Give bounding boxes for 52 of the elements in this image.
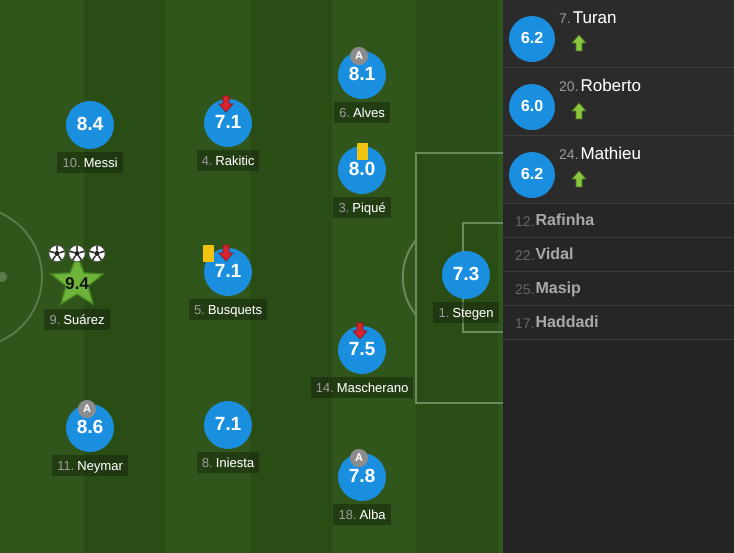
rating-circle: 8.0	[338, 146, 386, 194]
player-name: Messi	[84, 155, 118, 170]
player-name: Alves	[353, 105, 385, 120]
player-name: Rafinha	[535, 212, 594, 230]
shirt-number: 20.	[559, 78, 578, 94]
shirt-number: 17.	[515, 314, 534, 330]
assist-badge: A	[350, 47, 368, 65]
player-name: Mathieu	[580, 144, 641, 164]
shirt-number: 1.	[438, 305, 450, 320]
player-name: Alba	[360, 507, 386, 522]
player-name: Piqué	[352, 200, 386, 215]
shirt-number: 24.	[559, 146, 578, 162]
player-name: Roberto	[580, 76, 641, 96]
player-name: Suárez	[63, 312, 105, 327]
player-name: Stegen	[452, 305, 494, 320]
shirt-number: 3.	[338, 200, 350, 215]
rating-circle: 7.5	[338, 326, 386, 374]
player-name: Haddadi	[535, 314, 599, 332]
assist-badge: A	[350, 449, 368, 467]
shirt-number: 25.	[515, 280, 534, 296]
rating-circle: 8.4	[66, 101, 114, 149]
substitute-row[interactable]: 6.2 7.Turan	[503, 0, 734, 68]
shirt-number: 14.	[316, 380, 334, 395]
centre-spot	[0, 272, 7, 282]
shirt-number: 5.	[194, 302, 205, 317]
player-name: Neymar	[77, 458, 123, 473]
player-name: Turan	[572, 8, 616, 28]
shirt-number: 8.	[202, 455, 213, 470]
shirt-number: 4.	[202, 153, 212, 168]
rating-circle: 7.3	[442, 251, 490, 299]
player-name: Mascherano	[336, 380, 408, 395]
shirt-number: 10.	[62, 155, 81, 170]
rating-circle: 6.0	[509, 84, 555, 130]
substitute-row[interactable]: 6.0 20.Roberto	[503, 68, 734, 136]
rating-circle: 7.1	[204, 401, 252, 449]
substitute-row[interactable]: 6.2 24.Mathieu	[503, 136, 734, 204]
player-name: Vidal	[535, 246, 574, 264]
player-name: Busquets	[208, 302, 262, 317]
player-name: Masip	[535, 280, 581, 298]
rating-circle: 7.1	[204, 99, 252, 147]
shirt-number: 6.	[339, 105, 350, 120]
rating-circle: 6.2	[509, 16, 555, 62]
assist-badge: A	[78, 400, 96, 418]
rating-circle: 6.2	[509, 152, 555, 198]
shirt-number: 9.	[49, 312, 60, 327]
player-name: Rakitic	[215, 153, 254, 168]
shirt-number: 11.	[57, 458, 74, 473]
shirt-number: 12.	[515, 212, 534, 228]
shirt-number: 7.	[559, 10, 571, 26]
shirt-number: 22.	[515, 246, 534, 262]
player-name: Iniesta	[216, 455, 254, 470]
shirt-number: 18.	[338, 507, 357, 522]
